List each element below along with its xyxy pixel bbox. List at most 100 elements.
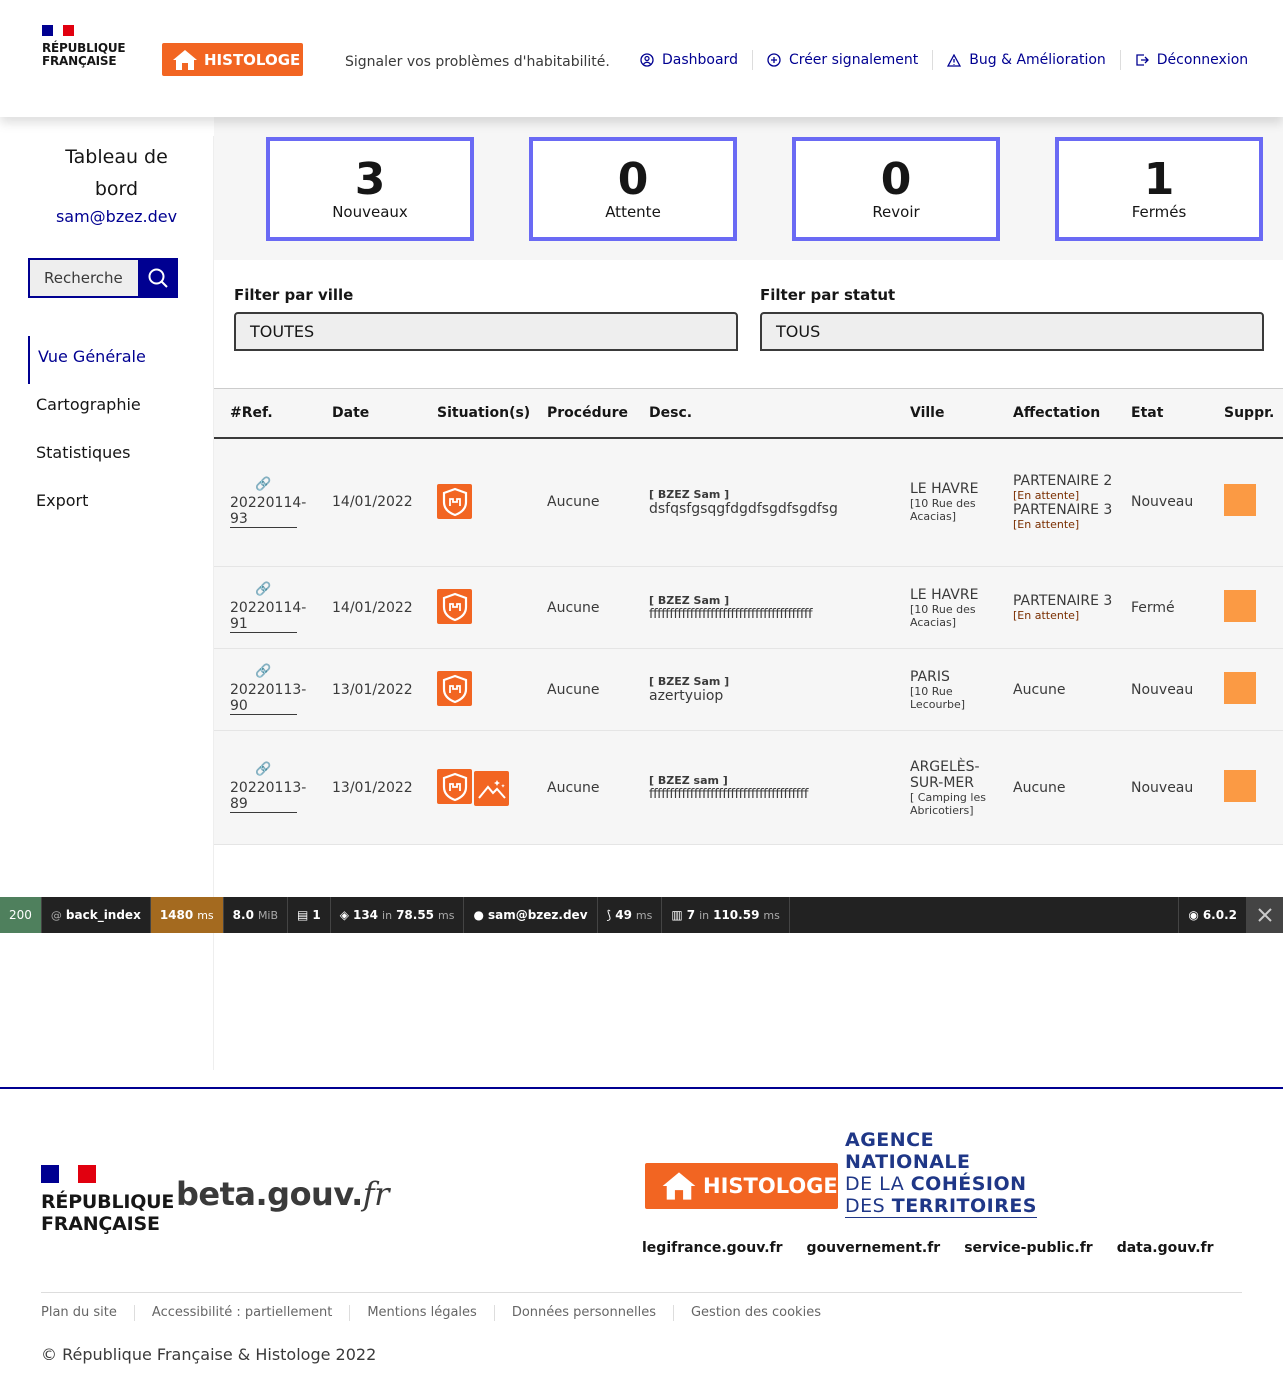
link-mentions-legales[interactable]: Mentions légales xyxy=(349,1305,493,1321)
debug-user[interactable]: ● sam@bzez.dev xyxy=(464,897,598,933)
stat-card-revoir[interactable]: 0 Revoir xyxy=(792,137,1000,241)
at-sign: @ xyxy=(50,908,62,922)
anct-logo[interactable]: AGENCE NATIONALE DE LA COHÉSION DES TERR… xyxy=(845,1129,1037,1218)
debug-time[interactable]: 1480 ms xyxy=(150,897,224,933)
ms-label: ms xyxy=(763,908,780,922)
debug-version[interactable]: ◉ 6.0.2 xyxy=(1178,897,1247,933)
delete-button[interactable] xyxy=(1224,769,1256,802)
filter-ville: Filter par ville TOUTES xyxy=(234,286,738,351)
link-legifrance[interactable]: legifrance.gouv.fr xyxy=(642,1240,783,1256)
procedure-cell: Aucune xyxy=(547,599,600,616)
db-count: 134 xyxy=(352,908,379,922)
date-cell: 14/01/2022 xyxy=(332,494,413,511)
search-button[interactable] xyxy=(138,258,178,298)
adresse-text: [10 Rue des Acacias] xyxy=(910,497,976,524)
etat-cell: Nouveau xyxy=(1131,681,1194,698)
beta-part: beta xyxy=(176,1175,256,1213)
stat-label: Attente xyxy=(605,203,661,221)
ville-text: LE HAVRE xyxy=(910,481,979,498)
ref-link[interactable]: 🔗 20220113-90 xyxy=(230,664,306,715)
debug-memory[interactable]: 8.0 MiB xyxy=(224,897,289,933)
search-input[interactable]: Recherche xyxy=(28,258,138,298)
col-ref: #Ref. xyxy=(230,404,273,421)
close-icon xyxy=(1258,908,1272,922)
shield-histologe-icon xyxy=(437,484,472,519)
filter-statut-select[interactable]: TOUS xyxy=(760,312,1264,351)
affectation-cell: Aucune xyxy=(1013,779,1066,796)
nav-deconnexion[interactable]: Déconnexion xyxy=(1119,50,1262,70)
anct-line3a: DE LA xyxy=(845,1173,911,1195)
time-unit: ms xyxy=(197,908,214,922)
link-gouvernement[interactable]: gouvernement.fr xyxy=(807,1240,941,1256)
footer-histologe-logo[interactable]: HISTOLOGE xyxy=(645,1163,838,1209)
nav-dashboard[interactable]: Dashboard xyxy=(640,50,752,70)
beta-gouv-logo[interactable]: beta.gouv.fr xyxy=(176,1175,389,1213)
desc-author: [ BZEZ Sam ] xyxy=(649,487,730,501)
ms-label: ms xyxy=(438,908,455,922)
symfony-icon: ◉ xyxy=(1188,908,1199,922)
memory-unit: MiB xyxy=(257,908,279,922)
debug-cache[interactable]: ▥ 7 in 110.59 ms xyxy=(662,897,790,933)
delete-button[interactable] xyxy=(1224,484,1256,517)
sidebar-item-export[interactable]: Export xyxy=(28,480,146,528)
affectation-status: [En attente] xyxy=(1013,518,1080,532)
debug-close-button[interactable] xyxy=(1247,897,1283,933)
affectation-status: [En attente] xyxy=(1013,609,1080,622)
nav-creer-signalement[interactable]: Créer signalement xyxy=(751,50,932,70)
sidebar-item-statistiques[interactable]: Statistiques xyxy=(28,432,146,480)
desc-author: [ BZEZ Sam ] xyxy=(649,675,730,688)
debug-twig[interactable]: ⟆ 49 ms xyxy=(598,897,663,933)
filters: Filter par ville TOUTES Filter par statu… xyxy=(214,260,1283,388)
delete-button[interactable] xyxy=(1224,671,1256,704)
stat-card-fermes[interactable]: 1 Fermés xyxy=(1055,137,1263,241)
ref-text: 20220113-89 xyxy=(230,780,307,812)
desc-text: dsfqsfgsqgfdgdfsgdfsgdfsg xyxy=(649,500,838,517)
filter-ville-select[interactable]: TOUTES xyxy=(234,312,738,351)
ref-link[interactable]: 🔗 20220114-93 xyxy=(230,477,306,528)
nav-bug[interactable]: Bug & Amélioration xyxy=(932,50,1120,70)
site-header: RÉPUBLIQUE FRANÇAISE HISTOLOGE Signaler v… xyxy=(0,0,1283,117)
footer-bottom-links: Plan du site Accessibilité : partielleme… xyxy=(41,1292,1242,1321)
stat-count: 3 xyxy=(354,154,386,205)
link-data-gouv[interactable]: data.gouv.fr xyxy=(1117,1240,1214,1256)
republique-francaise-logo[interactable]: RÉPUBLIQUE FRANÇAISE xyxy=(42,25,126,68)
stat-card-nouveaux[interactable]: 3 Nouveaux xyxy=(266,137,474,241)
delete-button[interactable] xyxy=(1224,589,1256,622)
ref-text: 20220113-90 xyxy=(230,682,307,714)
histologe-logo[interactable]: HISTOLOGE xyxy=(162,43,303,76)
in-label: in xyxy=(382,908,393,922)
link-accessibilite[interactable]: Accessibilité : partiellement xyxy=(133,1305,349,1321)
link-donnees-personnelles[interactable]: Données personnelles xyxy=(493,1305,673,1321)
ref-link[interactable]: 🔗 20220114-91 xyxy=(230,582,306,633)
ref-link[interactable]: 🔗 20220113-89 xyxy=(230,762,306,813)
col-procedure: Procédure xyxy=(547,404,628,421)
footer-rf-logo[interactable]: RÉPUBLIQUE FRANÇAISE xyxy=(41,1165,174,1235)
memory-value: 8.0 xyxy=(232,908,254,922)
link-gestion-cookies[interactable]: Gestion des cookies xyxy=(672,1305,838,1321)
col-suppr: Suppr. xyxy=(1224,404,1275,421)
stat-card-attente[interactable]: 0 Attente xyxy=(529,137,737,241)
main-content: 3 Nouveaux 0 Attente 0 Revoir 1 Fermés Filte… xyxy=(214,117,1283,845)
etat-cell: Nouveau xyxy=(1131,494,1194,511)
sidebar-item-cartographie[interactable]: Cartographie xyxy=(28,384,146,432)
time-value: 1480 xyxy=(159,908,194,922)
col-date: Date xyxy=(332,404,370,421)
debug-status[interactable]: 200 xyxy=(0,897,42,933)
form-icon: ▤ xyxy=(297,908,309,922)
symfony-version: 6.0.2 xyxy=(1202,908,1237,922)
debug-forms[interactable]: ▤ 1 xyxy=(288,897,331,933)
sidebar-title: Tableau de bord xyxy=(65,146,168,200)
stat-label: Revoir xyxy=(872,203,920,221)
fr-part: fr xyxy=(362,1175,390,1213)
sidebar-item-vue-generale[interactable]: Vue Générale xyxy=(28,336,146,384)
etat-cell: Fermé xyxy=(1131,599,1175,616)
link-service-public[interactable]: service-public.fr xyxy=(964,1240,1092,1256)
house-icon xyxy=(173,49,197,70)
link-plan-du-site[interactable]: Plan du site xyxy=(41,1305,134,1321)
forms-count: 1 xyxy=(312,908,321,922)
debug-db[interactable]: ◈ 134 in 78.55 ms xyxy=(331,897,465,933)
debug-route[interactable]: @ back_index xyxy=(42,897,151,933)
anct-line3b: COHÉSION xyxy=(910,1173,1027,1195)
ref-text: 20220114-91 xyxy=(230,600,307,632)
gouv-part: .gouv. xyxy=(255,1175,364,1213)
